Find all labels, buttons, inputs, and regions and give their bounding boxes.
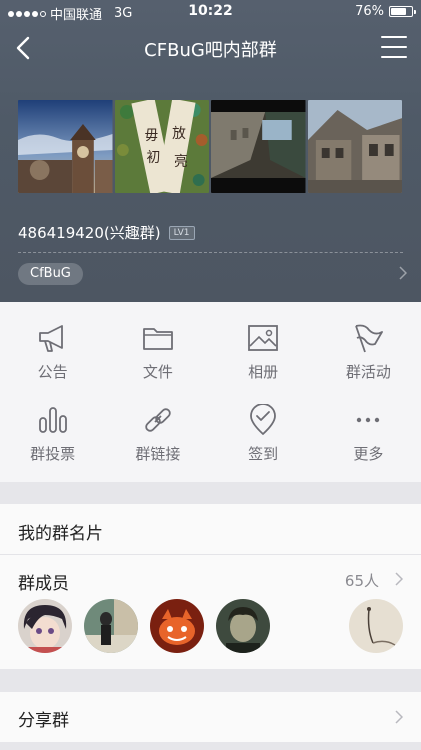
svg-text:初: 初 [146, 149, 160, 166]
feature-label: 群活动 [345, 363, 391, 381]
more-dots-icon [357, 417, 380, 423]
photo-album-icon [248, 325, 279, 351]
group-tag[interactable]: CfBuG [18, 263, 83, 285]
feature-label: 相册 [248, 363, 279, 381]
feature-label: 更多 [353, 445, 384, 463]
feature-label: 群链接 [135, 445, 181, 463]
link-icon [145, 408, 171, 432]
svg-text:放: 放 [172, 126, 186, 142]
battery-icon [389, 6, 416, 17]
section-gap [0, 669, 421, 692]
bar-chart-icon [38, 407, 67, 433]
group-photo[interactable] [307, 100, 402, 193]
hamburger-menu-icon [381, 36, 407, 38]
group-id-row: 486419420(兴趣群) LV1 [18, 222, 195, 243]
feature-checkin[interactable]: 签到 [211, 400, 316, 482]
group-photo[interactable] [211, 100, 306, 193]
feature-files[interactable]: 文件 [105, 318, 210, 400]
row-title: 我的群名片 [18, 524, 103, 544]
folder-icon [142, 328, 173, 350]
group-photo[interactable] [18, 100, 113, 193]
group-id-text: 486419420(兴趣群) [18, 224, 161, 242]
member-avatar[interactable] [150, 599, 204, 653]
member-avatar[interactable] [18, 599, 72, 653]
feature-vote[interactable]: 群投票 [0, 400, 105, 482]
feature-album[interactable]: 相册 [211, 318, 316, 400]
chevron-right-icon [395, 710, 403, 724]
group-photo-strip[interactable]: 毋 初 放 亮 [18, 100, 402, 193]
nav-bar: CFBuG吧内部群 [0, 26, 421, 70]
chevron-right-icon [395, 572, 403, 586]
member-avatar[interactable] [84, 599, 138, 653]
feature-link[interactable]: 群链接 [105, 400, 210, 482]
chevron-right-icon [399, 266, 407, 280]
section-gap [0, 742, 421, 750]
group-photo[interactable]: 毋 初 放 亮 [114, 100, 209, 193]
feature-label: 签到 [248, 445, 279, 463]
row-title: 分享群 [18, 711, 69, 731]
feature-activity[interactable]: 群活动 [316, 318, 421, 400]
menu-button[interactable] [381, 36, 407, 58]
level-badge: LV1 [168, 225, 195, 240]
group-tag-row[interactable]: CfBuG [18, 262, 407, 285]
page-title: CFBuG吧内部群 [144, 40, 277, 61]
status-right: 76% [355, 4, 416, 19]
group-header: 中国联通 3G 10:22 76% CFBuG吧内部群 毋 初 放 亮 4864… [0, 0, 421, 302]
svg-text:毋: 毋 [144, 128, 158, 144]
feature-announcement[interactable]: 公告 [0, 318, 105, 400]
svg-text:亮: 亮 [174, 153, 188, 170]
divider [18, 252, 403, 253]
section-gap [0, 482, 421, 504]
battery-percent: 76% [355, 4, 384, 19]
share-group-row[interactable]: 分享群 [0, 692, 421, 742]
feature-more[interactable]: 更多 [316, 400, 421, 482]
megaphone-icon [38, 325, 63, 352]
member-count: 65人 [344, 572, 379, 590]
feature-grid: 公告 文件 相册 群活动 群投票 群链接 签到 更多 [0, 302, 421, 482]
group-members-row[interactable]: 群成员 65人 [0, 555, 421, 669]
feature-label: 公告 [37, 363, 68, 381]
chevron-left-icon [16, 36, 30, 60]
back-button[interactable] [10, 32, 40, 64]
member-avatar-list [18, 599, 404, 655]
check-in-location-icon [250, 404, 277, 435]
flag-icon [355, 324, 384, 353]
my-group-namecard-row[interactable]: 我的群名片 [0, 504, 421, 554]
feature-label: 文件 [142, 363, 173, 381]
feature-label: 群投票 [30, 445, 76, 463]
member-avatar[interactable] [216, 599, 270, 653]
status-bar: 中国联通 3G 10:22 76% [0, 0, 421, 24]
row-title: 群成员 [18, 574, 69, 594]
member-avatar[interactable] [349, 599, 403, 653]
